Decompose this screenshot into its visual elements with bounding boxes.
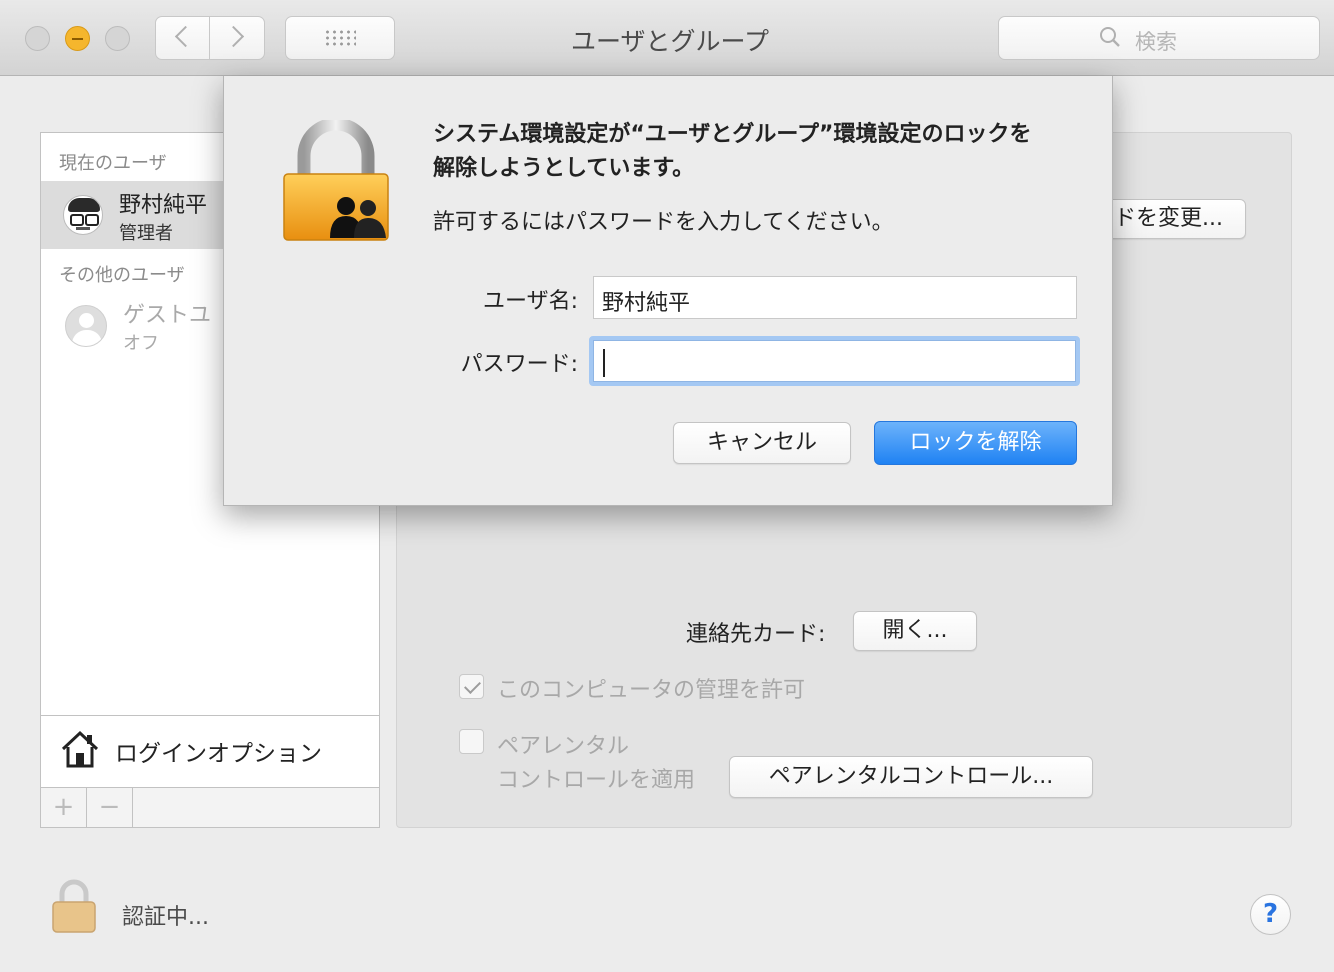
username-field[interactable]: 野村純平 bbox=[593, 276, 1077, 319]
admin-checkbox-label: このコンピュータの管理を許可 bbox=[497, 678, 806, 703]
unlock-button[interactable]: ロックを解除 bbox=[874, 421, 1077, 465]
login-options-item[interactable]: ログインオプション bbox=[41, 715, 379, 787]
search-placeholder: 検索 bbox=[1135, 30, 1177, 54]
current-users-header: 現在のユーザ bbox=[59, 153, 167, 174]
cancel-button[interactable]: キャンセル bbox=[673, 422, 851, 464]
dialog-instruction: 許可するにはパスワードを入力してください。 bbox=[433, 210, 894, 235]
search-icon bbox=[1100, 27, 1120, 47]
guest-avatar bbox=[65, 305, 107, 347]
search-input[interactable]: 検索 bbox=[998, 16, 1320, 60]
forward-button[interactable] bbox=[210, 17, 264, 59]
show-all-button[interactable] bbox=[285, 16, 395, 60]
window-title: ユーザとグループ bbox=[570, 27, 769, 56]
add-user-button[interactable]: + bbox=[41, 788, 87, 827]
guest-user-name[interactable]: ゲストユ bbox=[123, 297, 211, 329]
list-controls: + − bbox=[41, 787, 379, 827]
grid-icon bbox=[324, 29, 356, 47]
auth-dialog: システム環境設定が“ユーザとグループ”環境設定のロックを 解除しようとしています… bbox=[223, 76, 1113, 506]
login-options-label: ログインオプション bbox=[115, 741, 322, 767]
window-toolbar: ユーザとグループ 検索 bbox=[0, 0, 1334, 76]
contact-card-label: 連絡先カード: bbox=[686, 622, 826, 647]
text-caret bbox=[603, 349, 605, 377]
chevron-left-icon bbox=[174, 25, 197, 48]
password-label: パスワード: bbox=[460, 352, 578, 377]
parental-controls-button[interactable]: ペアレンタルコントロール... bbox=[729, 756, 1093, 798]
dialog-message-line2: 解除しようとしています。 bbox=[433, 156, 695, 181]
current-user-role: 管理者 bbox=[119, 223, 173, 244]
parental-label-line1: ペアレンタル bbox=[497, 734, 630, 759]
back-button[interactable] bbox=[156, 17, 210, 59]
guest-user-status: オフ bbox=[123, 333, 159, 354]
admin-checkbox[interactable] bbox=[459, 674, 484, 699]
parental-controls-checkbox[interactable] bbox=[459, 729, 484, 754]
avatar bbox=[63, 195, 103, 235]
other-users-header: その他のユーザ bbox=[59, 265, 185, 286]
parental-label-line2: コントロールを適用 bbox=[497, 768, 696, 793]
close-window-button[interactable] bbox=[25, 26, 50, 51]
current-user-name: 野村純平 bbox=[119, 193, 208, 218]
remove-user-button[interactable]: − bbox=[87, 788, 133, 827]
help-button[interactable]: ? bbox=[1250, 894, 1291, 935]
dialog-message: システム環境設定が“ユーザとグループ”環境設定のロックを 解除しようとしています… bbox=[433, 118, 1083, 186]
username-label: ユーザ名: bbox=[483, 289, 578, 314]
lock-icon[interactable] bbox=[50, 878, 98, 934]
auth-status-text: 認証中... bbox=[122, 905, 209, 930]
zoom-window-button[interactable] bbox=[105, 26, 130, 51]
password-field-focus-ring bbox=[589, 336, 1080, 386]
house-icon bbox=[61, 730, 99, 768]
password-field[interactable] bbox=[593, 340, 1076, 382]
navigation-buttons bbox=[155, 16, 265, 60]
contact-open-button[interactable]: 開く... bbox=[853, 611, 977, 651]
chevron-right-icon bbox=[222, 25, 245, 48]
lock-users-icon bbox=[283, 120, 389, 241]
minimize-window-button[interactable] bbox=[65, 26, 90, 51]
dialog-message-line1: システム環境設定が“ユーザとグループ”環境設定のロックを bbox=[433, 122, 1032, 147]
